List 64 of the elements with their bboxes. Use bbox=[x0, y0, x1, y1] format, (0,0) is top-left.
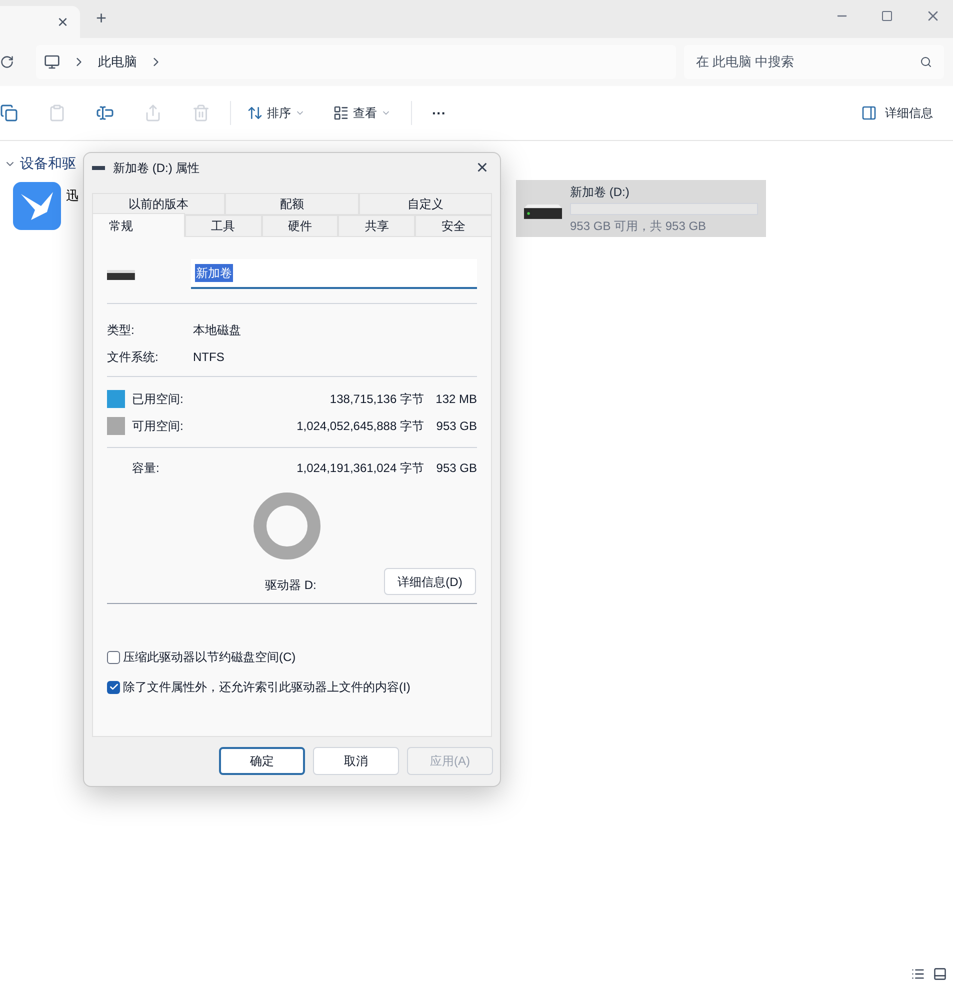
space-label: 可用空间: bbox=[132, 418, 184, 434]
space-bytes: 1,024,052,645,888 字节 bbox=[296, 418, 424, 434]
section-title: 设备和驱 bbox=[20, 154, 76, 173]
property-value: 本地磁盘 bbox=[193, 322, 241, 338]
drive-space-text: 953 GB 可用，共 953 GB bbox=[570, 218, 708, 234]
more-button[interactable]: ··· bbox=[432, 102, 446, 124]
disk-usage-donut-drawing bbox=[253, 492, 321, 560]
dialog-button[interactable]: 取消 bbox=[313, 747, 399, 775]
capacity-bytes: 1,024,191,361,024 字节 bbox=[296, 460, 424, 477]
search-icon bbox=[920, 56, 932, 68]
search-field[interactable]: 在 此电脑 中搜索 bbox=[684, 45, 944, 79]
dialog-tab[interactable]: 以前的版本 bbox=[92, 193, 226, 215]
capacity-size: 953 GB bbox=[436, 460, 477, 477]
drive-icon bbox=[92, 166, 105, 170]
breadcrumb-item[interactable]: 此电脑 bbox=[98, 52, 137, 72]
space-size: 953 GB bbox=[436, 418, 477, 434]
refresh-icon[interactable] bbox=[0, 55, 14, 69]
dialog-tab[interactable]: 共享 bbox=[338, 215, 416, 237]
drive-name: 新加卷 (D:) bbox=[570, 184, 630, 200]
dialog-title: 新加卷 (D:) 属性 bbox=[113, 160, 200, 177]
dialog-tab[interactable]: 工具 bbox=[184, 215, 262, 237]
dialog-button[interactable]: 确定 bbox=[219, 747, 305, 775]
property-label: 类型: bbox=[107, 322, 136, 338]
app-label[interactable]: 迅 bbox=[66, 186, 79, 206]
bird-app-icon[interactable] bbox=[13, 182, 61, 230]
property-label: 文件系统: bbox=[107, 348, 160, 366]
dialog-tab[interactable]: 配额 bbox=[225, 193, 359, 215]
view-button[interactable]: 查看 bbox=[329, 104, 395, 122]
dialog-tab[interactable]: 安全 bbox=[415, 215, 492, 237]
search-input[interactable]: 在 此电脑 中搜索 bbox=[696, 52, 920, 72]
checkbox[interactable] bbox=[107, 680, 120, 694]
capacity-label: 容量: bbox=[132, 460, 160, 477]
browser-tab[interactable]: × bbox=[0, 6, 80, 38]
address-bar[interactable]: 此电脑 bbox=[36, 45, 676, 79]
checkbox[interactable] bbox=[107, 650, 120, 664]
tiles-view-icon[interactable] bbox=[933, 967, 947, 981]
space-label: 已用空间: bbox=[132, 390, 184, 408]
close-button[interactable]: × bbox=[476, 158, 488, 178]
tab-close-button[interactable]: × bbox=[57, 8, 68, 36]
space-bytes: 138,715,136 字节 bbox=[328, 390, 424, 408]
side-panel-icon bbox=[861, 105, 877, 121]
drive-label: 驱动器 D: bbox=[265, 577, 316, 594]
dialog-tab[interactable]: 常规 bbox=[92, 213, 185, 237]
details-button[interactable]: 详细信息 bbox=[861, 104, 933, 122]
space-size: 132 MB bbox=[436, 390, 477, 408]
sort-button[interactable]: 排序 bbox=[243, 104, 309, 122]
layout-list-icon bbox=[333, 105, 349, 121]
drive-icon bbox=[107, 268, 135, 280]
checkbox-label: 除了文件属性外，还允许索引此驱动器上文件的内容(I) bbox=[123, 679, 410, 696]
dialog-tab[interactable]: 硬件 bbox=[262, 215, 338, 237]
new-tab-button[interactable]: + bbox=[96, 5, 107, 32]
volume-name-text: 新加卷 bbox=[194, 264, 233, 282]
text-cursor-icon[interactable] bbox=[96, 104, 114, 122]
drive-tile[interactable]: 新加卷 (D:) 953 GB 可用，共 953 GB bbox=[516, 180, 766, 237]
list-view-icon[interactable] bbox=[911, 967, 925, 981]
copy-icon[interactable] bbox=[0, 104, 18, 122]
dialog-tab[interactable]: 自定义 bbox=[358, 193, 492, 215]
maximize-icon[interactable] bbox=[881, 10, 893, 22]
property-value: NTFS bbox=[193, 348, 224, 366]
volume-name-field[interactable]: 新加卷 bbox=[190, 259, 477, 289]
checkbox-label: 压缩此驱动器以节约磁盘空间(C) bbox=[123, 649, 296, 666]
monitor-icon bbox=[44, 54, 60, 70]
details-button[interactable]: 详细信息(D) bbox=[384, 568, 476, 595]
sort-arrows-icon bbox=[247, 105, 263, 121]
